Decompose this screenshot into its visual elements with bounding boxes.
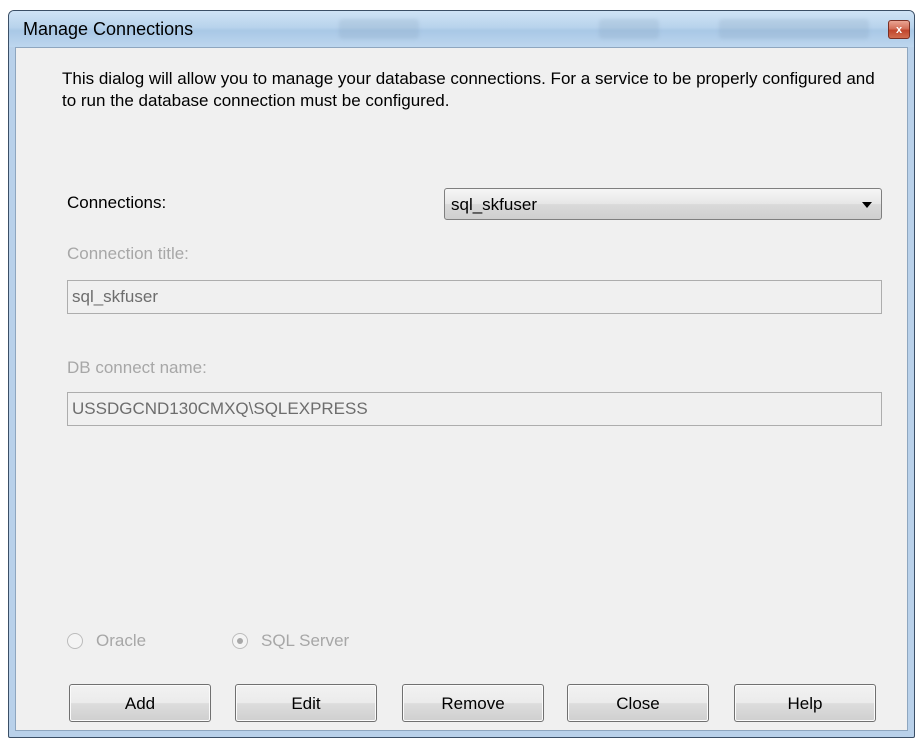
dialog-description: This dialog will allow you to manage you… <box>62 69 875 110</box>
db-connect-name-label: DB connect name: <box>67 358 207 377</box>
radio-button-icon[interactable] <box>67 633 83 649</box>
close-icon: x <box>895 24 903 36</box>
close-window-button[interactable]: x <box>888 20 910 39</box>
radio-sql-server-label: SQL Server <box>261 631 350 650</box>
radio-sql-server[interactable]: SQL Server <box>232 631 349 651</box>
radio-oracle-label: Oracle <box>96 631 147 650</box>
radio-oracle[interactable]: Oracle <box>67 631 146 651</box>
connections-selected-value: sql_skfuser <box>451 195 537 214</box>
edit-button[interactable]: Edit <box>235 684 377 722</box>
help-button[interactable]: Help <box>734 684 876 722</box>
background-blur <box>339 19 419 39</box>
add-button[interactable]: Add <box>69 684 211 722</box>
remove-button[interactable]: Remove <box>402 684 544 722</box>
manage-connections-dialog: Manage Connections x This dialog will al… <box>8 10 915 738</box>
window-title: Manage Connections <box>23 19 194 39</box>
close-button[interactable]: Close <box>567 684 709 722</box>
dialog-body: This dialog will allow you to manage you… <box>15 47 908 731</box>
background-blur <box>599 19 659 39</box>
chevron-down-icon <box>862 202 872 208</box>
connections-label: Connections: <box>67 193 167 212</box>
background-blur <box>719 19 869 39</box>
db-connect-name-field[interactable]: USSDGCND130CMXQ\SQLEXPRESS <box>67 392 882 426</box>
title-bar[interactable]: Manage Connections x <box>9 11 914 47</box>
connections-dropdown[interactable]: sql_skfuser <box>444 188 882 220</box>
connection-title-field[interactable]: sql_skfuser <box>67 280 882 314</box>
radio-button-icon[interactable] <box>232 633 248 649</box>
connection-title-label: Connection title: <box>67 244 189 263</box>
